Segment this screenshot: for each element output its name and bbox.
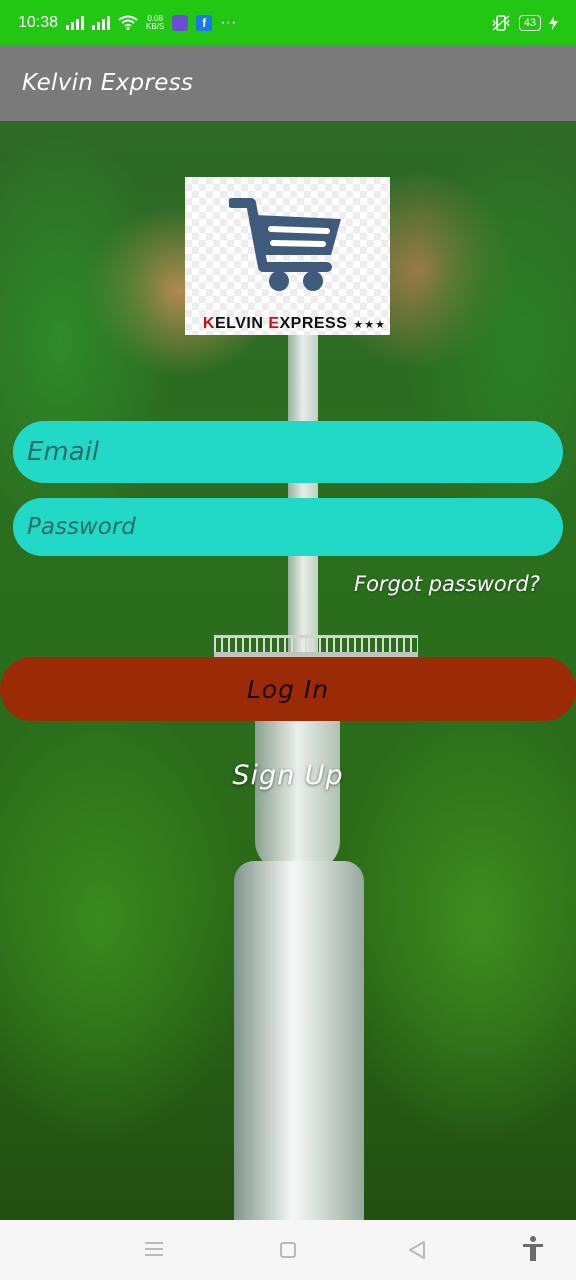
brand-logo: KELVIN EXPRESS ★★★ — [185, 177, 390, 335]
email-field[interactable] — [13, 421, 563, 483]
shopping-cart-icon — [229, 198, 341, 291]
app-bar: Kelvin Express — [0, 45, 576, 121]
more-notifications: ··· — [220, 13, 237, 31]
accessibility-icon[interactable] — [521, 1235, 545, 1263]
menu-icon[interactable] — [145, 1242, 163, 1256]
waterfall-lower — [234, 861, 364, 1220]
status-bar: 10:38 0.08 KB/S f ··· 43 — [0, 0, 576, 45]
back-icon[interactable] — [408, 1240, 426, 1260]
logo-wordmark: KELVIN EXPRESS ★★★ — [185, 313, 390, 335]
clock: 10:38 — [18, 13, 59, 31]
app-title: Kelvin Express — [22, 70, 194, 96]
signal-icon — [92, 15, 111, 30]
signup-link[interactable]: Sign Up — [0, 760, 576, 791]
password-field[interactable] — [13, 498, 563, 556]
waterfall-upper — [288, 311, 318, 681]
system-navigation-bar — [0, 1220, 576, 1280]
bridge — [214, 635, 418, 657]
charging-icon — [549, 15, 558, 30]
login-button[interactable]: Log In — [0, 657, 576, 721]
vibrate-icon — [492, 14, 510, 31]
battery-icon: 43 — [518, 14, 541, 31]
signal-icon — [66, 15, 85, 30]
home-icon[interactable] — [280, 1242, 296, 1258]
forgot-password-link[interactable]: Forgot password? — [354, 572, 540, 596]
network-speed: 0.08 KB/S — [146, 13, 165, 31]
app-notification-icon — [172, 14, 189, 31]
logo-brand-text: KELVIN EXPRESS — [202, 315, 348, 332]
facebook-icon: f — [196, 14, 213, 31]
logo-stars: ★★★ — [353, 317, 386, 331]
wifi-icon — [118, 15, 138, 30]
